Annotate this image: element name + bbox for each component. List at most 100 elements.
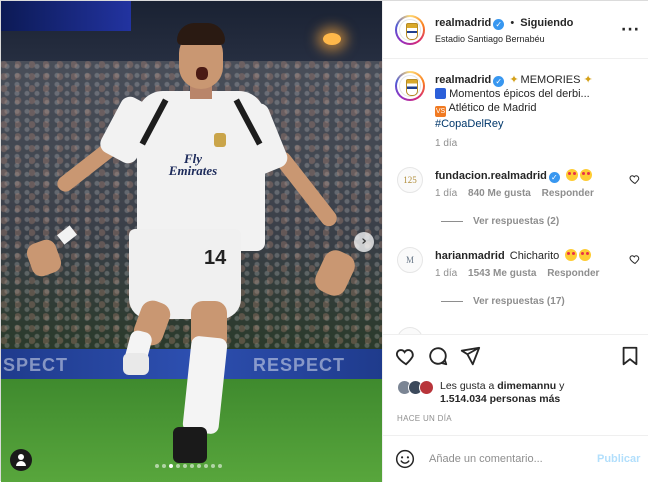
header-account-row: realmadrid ✓ • Siguiendo [435, 17, 573, 30]
caption-line-2: Momentos épicos del derbi... [449, 88, 590, 100]
header-separator: • [510, 17, 515, 29]
carousel-dot [162, 464, 166, 468]
post-details-panel: realmadrid ✓ • Siguiendo Estadio Santiago… [382, 1, 648, 482]
caption-line-3: Atlético de Madrid [448, 102, 537, 114]
location-link[interactable]: Estadio Santiago Bernabéu [435, 34, 545, 44]
carousel-dot [204, 464, 208, 468]
comment-likes[interactable]: 1543 Me gusta [468, 268, 536, 279]
like-comment-heart-icon[interactable] [629, 253, 641, 265]
heart-eyes-emoji-icon [565, 249, 578, 261]
player-figure: Fly Emirates 14 [1, 1, 382, 482]
real-madrid-crest-icon [399, 19, 421, 41]
right-hand [311, 246, 359, 300]
verified-badge-icon: ✓ [493, 19, 505, 30]
publish-button[interactable]: Publicar [597, 453, 640, 465]
share-paper-plane-icon[interactable] [459, 345, 481, 367]
open-mouth [196, 67, 208, 80]
carousel-dot [197, 464, 201, 468]
likes-summary: Les gusta a dimemannu y [440, 379, 564, 393]
comment-text: Chicharito [509, 250, 560, 262]
left-hand [24, 236, 64, 280]
liked-by-user[interactable]: dimemannu [497, 380, 556, 392]
carousel-next-button[interactable]: › [354, 232, 374, 252]
post-header: realmadrid ✓ • Siguiendo Estadio Santiago… [383, 1, 648, 59]
comment-meta: 1 día 840 Me gusta Responder [435, 188, 594, 199]
post-actions: Les gusta a dimemannu y 1.514.034 person… [383, 335, 648, 435]
comment-author[interactable]: fundacion.realmadrid [435, 170, 547, 182]
caption-author[interactable]: realmadrid [435, 74, 491, 86]
comment-composer: Añade un comentario... Publicar [383, 435, 648, 482]
carousel-dot [211, 464, 215, 468]
post-modal: SPECT RESPECT Fly Emirates 14 › realmadr… [0, 0, 648, 482]
comments-list[interactable]: realmadrid ✓ ✦ MEMORIES ✦ Momentos épicos d… [383, 59, 648, 335]
carousel-dot [218, 464, 222, 468]
view-replies-button[interactable]: Ver respuestas (2) [441, 216, 559, 227]
following-button[interactable]: Siguiendo [520, 17, 573, 29]
like-comment-heart-icon[interactable] [629, 173, 641, 185]
reply-button[interactable]: Responder [542, 188, 594, 199]
likes-count-link[interactable]: 1.514.034 personas más [440, 393, 560, 405]
comment-likes[interactable]: 840 Me gusta [468, 188, 531, 199]
heart-eyes-emoji-icon [579, 169, 592, 181]
sponsor-line-2: Emirates [168, 163, 218, 178]
liked-by-prefix: Les gusta a [440, 380, 495, 392]
view-replies-label: Ver respuestas (2) [473, 216, 560, 227]
view-replies-button[interactable]: Ver respuestas (17) [441, 296, 565, 307]
shorts-number: 14 [204, 247, 227, 269]
comment-meta: 1 día 1543 Me gusta Responder [435, 268, 599, 279]
comment-avatar[interactable]: M [397, 247, 423, 273]
comment-avatar-partial[interactable] [397, 327, 423, 334]
caption-block: realmadrid ✓ ✦ MEMORIES ✦ Momentos épicos d… [435, 73, 593, 151]
sparkle-emoji-icon: ✦ [583, 74, 593, 86]
wristband [57, 225, 77, 245]
liker-avatar [419, 380, 434, 395]
caption-title: MEMORIES [520, 74, 581, 86]
caption-avatar[interactable] [395, 71, 425, 101]
comment-time: 1 día [435, 188, 458, 199]
liked-by-suffix: y [559, 380, 565, 392]
tagged-users-icon[interactable] [10, 449, 32, 471]
right-boot [173, 427, 207, 463]
club-crest [214, 133, 226, 147]
carousel-dot [190, 464, 194, 468]
carousel-dot [155, 464, 159, 468]
heart-eyes-emoji-icon [565, 169, 578, 181]
comment-bubble-icon[interactable] [427, 345, 449, 367]
more-options-icon[interactable]: ··· [621, 23, 640, 37]
comment-avatar[interactable]: 125 [397, 167, 423, 193]
save-bookmark-icon[interactable] [619, 345, 641, 367]
view-replies-label: Ver respuestas (17) [473, 296, 565, 307]
carousel-dots [155, 464, 222, 468]
heart-eyes-emoji-icon [579, 249, 592, 261]
blue-flag-emoji-icon [435, 88, 446, 99]
header-username[interactable]: realmadrid [435, 17, 491, 29]
account-avatar[interactable] [395, 15, 425, 45]
post-timestamp[interactable]: HACE UN DÍA [397, 414, 452, 423]
comment-time: 1 día [435, 268, 458, 279]
like-heart-icon[interactable] [395, 345, 417, 367]
carousel-dot-active [169, 464, 173, 468]
verified-badge-icon: ✓ [493, 76, 505, 87]
reply-button[interactable]: Responder [547, 268, 599, 279]
left-boot [123, 353, 149, 375]
sparkle-emoji-icon: ✦ [509, 74, 519, 86]
post-photo[interactable]: SPECT RESPECT Fly Emirates 14 › [1, 1, 382, 482]
liked-by-avatars[interactable] [397, 380, 437, 396]
verified-badge-icon: ✓ [548, 172, 560, 183]
comment-input[interactable]: Añade un comentario... [429, 453, 543, 465]
comment-row: harianmadrid Chicharito [435, 249, 592, 262]
divider-line [441, 300, 463, 302]
hashtag-link[interactable]: #CopaDelRey [435, 117, 593, 131]
comment-author[interactable]: harianmadrid [435, 250, 505, 262]
emoji-picker-icon[interactable] [395, 449, 415, 469]
comment-row: fundacion.realmadrid ✓ [435, 169, 592, 183]
shirt-sponsor: Fly Emirates [155, 152, 231, 178]
right-sock [182, 335, 228, 435]
hair [177, 23, 225, 45]
caption-time: 1 día [435, 138, 458, 149]
vs-emoji-icon: VS [435, 106, 446, 117]
carousel-dot [176, 464, 180, 468]
carousel-dot [183, 464, 187, 468]
divider-line [441, 220, 463, 222]
real-madrid-crest-icon [399, 75, 421, 97]
